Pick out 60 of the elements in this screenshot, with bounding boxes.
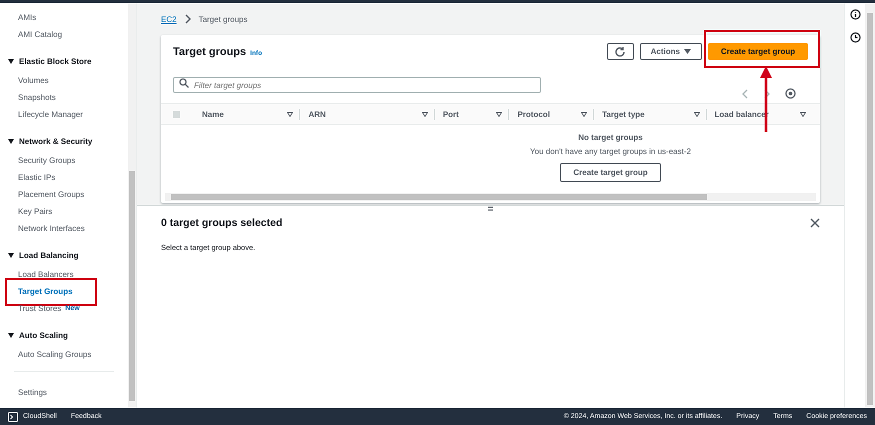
info-icon[interactable]	[850, 9, 860, 20]
column-header[interactable]: Name	[202, 108, 300, 120]
select-all-checkbox[interactable]	[173, 110, 180, 118]
sidebar-item[interactable]: AMIs	[0, 9, 36, 26]
sidebar-item[interactable]: Security Groups	[0, 152, 76, 169]
sidebar-item[interactable]: Target Groups	[0, 283, 73, 300]
refresh-icon	[614, 46, 626, 58]
sidebar-item[interactable]: AMI Catalog	[0, 26, 62, 43]
sidebar-item[interactable]: Elastic IPs	[0, 169, 56, 186]
sidebar-section-header[interactable]: Elastic Block Store	[0, 51, 128, 72]
actions-button[interactable]: Actions	[640, 43, 702, 60]
sort-icon[interactable]	[694, 112, 700, 116]
column-header[interactable]: Target type	[602, 108, 707, 120]
split-panel-title: 0 target groups selected	[161, 217, 282, 229]
caret-down-icon	[8, 333, 14, 338]
empty-state-title: No target groups	[578, 133, 643, 142]
terminal-icon	[8, 412, 18, 422]
sidebar-item[interactable]: Auto Scaling Groups	[0, 346, 92, 363]
sidebar-item[interactable]: Volumes	[0, 72, 49, 89]
sidebar-item[interactable]: Settings	[0, 384, 128, 401]
scrollbar-thumb[interactable]	[171, 194, 707, 200]
column-header[interactable]: Port	[442, 108, 510, 120]
sort-icon[interactable]	[800, 112, 806, 116]
clock-icon[interactable]	[850, 32, 860, 43]
filter-field[interactable]: Filter target groups	[173, 77, 541, 93]
column-header[interactable]: ARN	[308, 108, 435, 120]
sort-icon[interactable]	[422, 112, 428, 116]
sidebar-section-header[interactable]: Auto Scaling	[0, 325, 128, 346]
sidebar-item[interactable]: Placement Groups	[0, 186, 84, 203]
scrollbar-thumb[interactable]	[867, 13, 873, 405]
scrollbar-thumb[interactable]	[129, 171, 135, 401]
breadcrumb-link[interactable]: EC2	[161, 14, 177, 24]
refresh-button[interactable]	[606, 43, 634, 60]
column-header[interactable]: Protocol	[517, 108, 594, 120]
empty-state-text: You don't have any target groups in us-east-2	[530, 147, 691, 156]
search-icon	[179, 78, 189, 88]
sidebar-item[interactable]: Trust Stores	[0, 300, 62, 317]
chevron-right-icon[interactable]	[763, 88, 771, 98]
sidebar-item[interactable]: Key Pairs	[0, 203, 52, 220]
create-target-group-button[interactable]: Create target group	[708, 43, 808, 60]
chevron-right-icon	[184, 14, 192, 24]
sidebar-section-header[interactable]: Network & Security	[0, 131, 128, 152]
resize-handle[interactable]: =	[161, 206, 820, 214]
close-icon[interactable]	[810, 218, 820, 228]
breadcrumb-current: Target groups	[198, 14, 248, 24]
create-target-group-button[interactable]: Create target group	[560, 163, 661, 182]
sort-icon[interactable]	[287, 112, 294, 116]
sidebar-item[interactable]: Lifecycle Manager	[0, 106, 83, 123]
caret-down-icon	[8, 59, 14, 64]
caret-down-icon	[8, 253, 14, 258]
sidebar-section-header[interactable]: Load Balancing	[0, 245, 128, 266]
sidebar-item[interactable]: Network Interfaces	[0, 220, 85, 237]
sidebar-item[interactable]: Load Balancers	[0, 266, 74, 283]
settings-icon[interactable]	[785, 88, 796, 99]
sort-icon[interactable]	[581, 112, 588, 116]
sidebar-item[interactable]: Snapshots	[0, 89, 56, 106]
sort-icon[interactable]	[496, 112, 502, 116]
caret-down-icon	[684, 49, 691, 54]
panel-title: Target groups	[173, 46, 246, 58]
caret-down-icon	[8, 139, 14, 144]
